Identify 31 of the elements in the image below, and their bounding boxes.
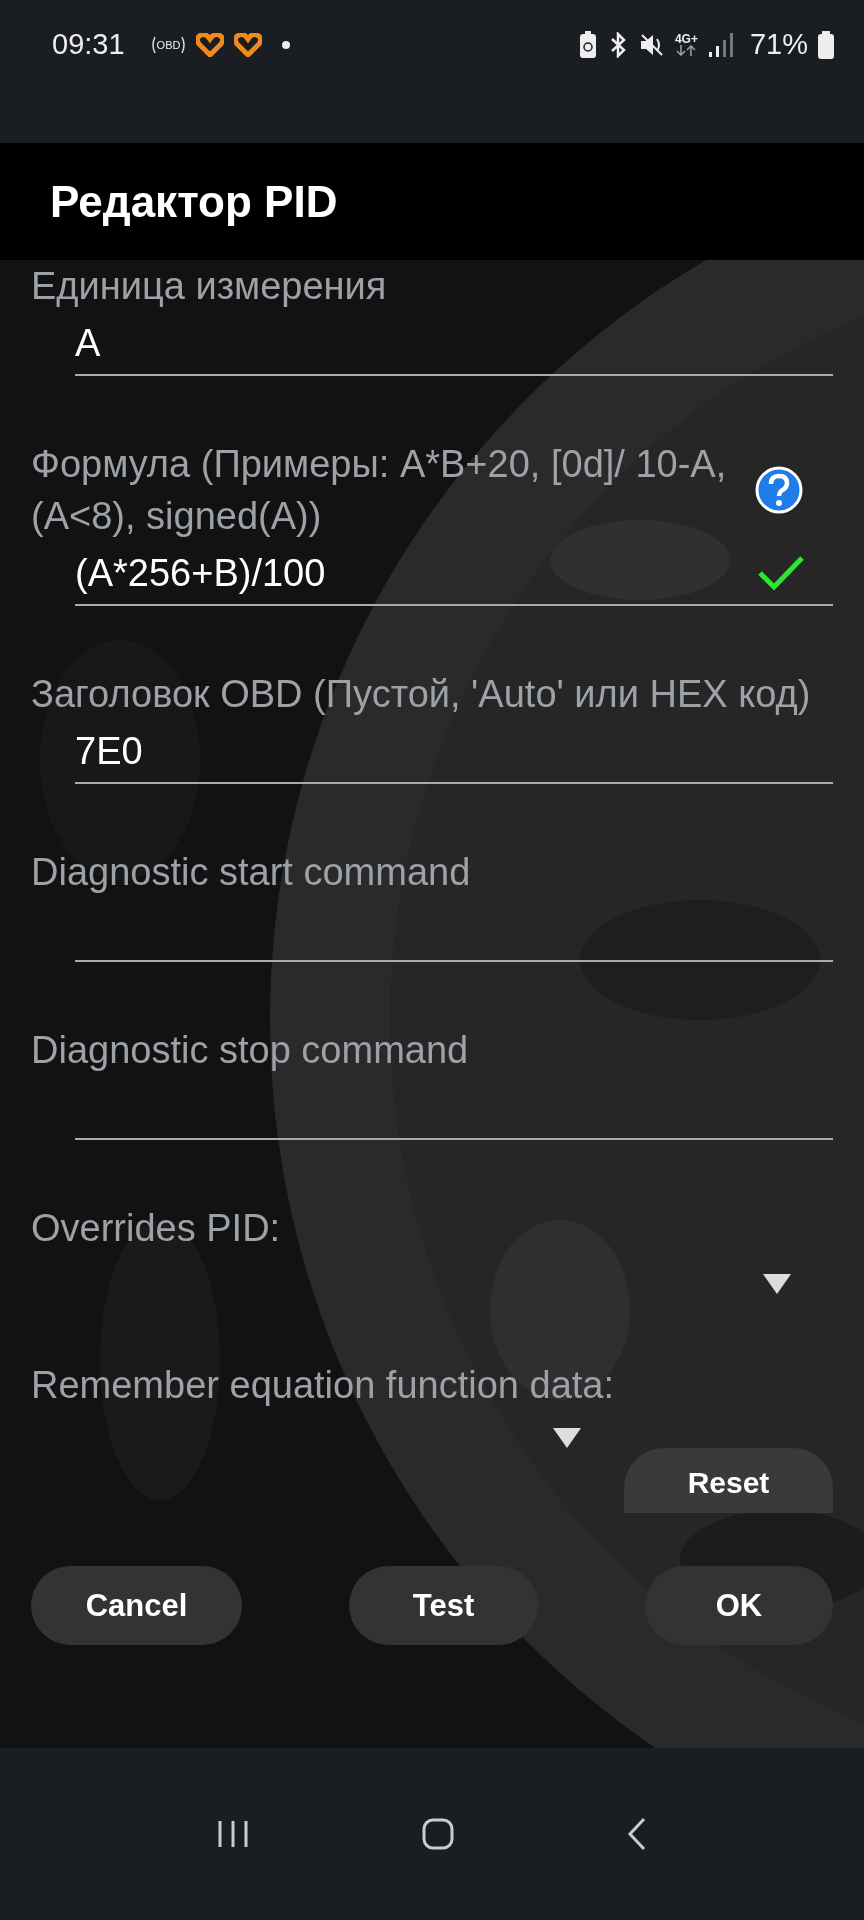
field-label: Заголовок OBD (Пустой, 'Auto' или HEX код) [31, 672, 812, 717]
dropdown-arrow-icon[interactable] [763, 1274, 791, 1294]
dialog-title: Редактор PID [50, 176, 338, 227]
text-field[interactable]: (A*256+B)/100 [75, 542, 833, 606]
field-value: A [75, 321, 101, 365]
help-icon[interactable] [755, 466, 803, 514]
battery-saver-icon [578, 30, 597, 59]
text-field[interactable]: 7E0 [75, 720, 833, 784]
mute-icon [638, 31, 665, 58]
field-label: Diagnostic stop command [31, 1028, 470, 1073]
signal-icon [707, 31, 734, 58]
text-field[interactable]: A [75, 312, 833, 376]
field-value: 7E0 [75, 729, 143, 773]
field-value: (A*256+B)/100 [75, 551, 326, 595]
home-icon[interactable] [421, 1817, 455, 1851]
reset-button[interactable]: Reset [624, 1448, 833, 1513]
dropdown-arrow-icon[interactable] [553, 1428, 581, 1448]
battery-icon [818, 30, 834, 59]
clock: 09:31 [52, 28, 125, 61]
heart-icon [196, 32, 225, 57]
ok-button[interactable]: OK [645, 1566, 833, 1645]
battery-percent: 71% [749, 28, 808, 61]
dot-icon [282, 40, 291, 49]
field-label: Remember equation function data: [31, 1363, 616, 1408]
cancel-button[interactable]: Cancel [31, 1566, 242, 1645]
field-label: Единица измерения [31, 264, 388, 309]
field-label: Формула (Примеры: A*B+20, [0d]/ 10-A, (A<8), signed(A)) [31, 442, 728, 539]
heart-icon [234, 32, 263, 57]
field-label: Diagnostic start command [31, 850, 472, 895]
field-label: Overrides PID: [31, 1206, 282, 1251]
test-button[interactable]: Test [349, 1566, 538, 1645]
